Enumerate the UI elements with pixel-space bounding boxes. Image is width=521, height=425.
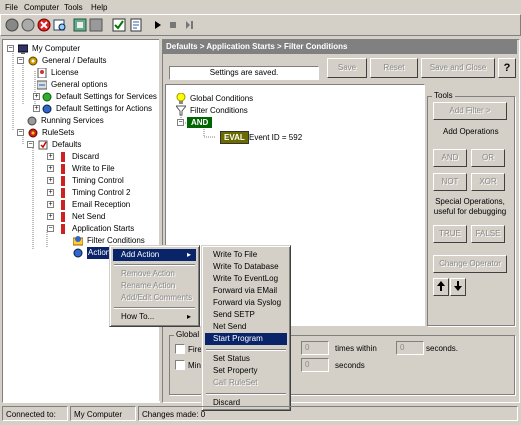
submenu-forward-via-syslog[interactable]: Forward via Syslog: [205, 297, 287, 309]
menu-tools[interactable]: Tools: [64, 3, 83, 12]
rule-icon: [58, 164, 68, 174]
play-icon[interactable]: [150, 17, 166, 33]
seconds-label-2: seconds: [335, 361, 365, 370]
submenu-write-to-eventlog[interactable]: Write To EventLog: [205, 273, 287, 285]
refresh-icon[interactable]: [20, 17, 36, 33]
filter-icon: [72, 236, 84, 246]
computer-icon: [17, 44, 29, 54]
script-icon[interactable]: [128, 17, 144, 33]
options-icon: [36, 80, 48, 90]
export-icon[interactable]: [72, 17, 88, 33]
min-label: Min: [188, 361, 201, 370]
move-up-button[interactable]: [433, 278, 449, 296]
submenu-write-to-file[interactable]: Write To File: [205, 249, 287, 261]
changes-made: Changes made: 0: [138, 406, 518, 421]
menu-how-to[interactable]: How To... ▸: [113, 311, 196, 323]
xor-button[interactable]: XOR: [471, 173, 505, 191]
submenu-write-to-database[interactable]: Write To Database: [205, 261, 287, 273]
actions-icon: [42, 104, 52, 114]
submenu-net-send[interactable]: Net Send: [205, 321, 287, 333]
fire-count-field[interactable]: 0: [301, 341, 329, 355]
and-button[interactable]: AND: [433, 149, 467, 167]
tools-title: Tools: [432, 91, 455, 100]
submenu-call-ruleset[interactable]: Call RuleSet: [205, 377, 287, 389]
submenu-arrow-icon: ▸: [186, 312, 191, 321]
tree-view[interactable]: − My Computer − General / Defaults Licen…: [2, 39, 160, 403]
rule-icon: [58, 176, 68, 186]
find-icon[interactable]: [52, 17, 68, 33]
reset-button[interactable]: Reset: [370, 58, 418, 78]
rule-icon: [58, 200, 68, 210]
true-button[interactable]: TRUE: [433, 225, 467, 243]
running-services-icon: [27, 116, 37, 126]
or-button[interactable]: OR: [471, 149, 505, 167]
menu-file[interactable]: File: [5, 3, 18, 12]
times-within-label: times within: [335, 344, 377, 353]
and-operator-node[interactable]: AND: [187, 117, 213, 128]
special-ops-label: Special Operations, useful for debugging: [433, 197, 507, 216]
menu-help[interactable]: Help: [91, 3, 107, 12]
connected-computer: My Computer: [70, 406, 136, 421]
fire-label: Fire: [188, 345, 202, 354]
license-icon: [37, 67, 47, 79]
menu-computer[interactable]: Computer: [24, 3, 59, 12]
panel-header: Defaults > Application Starts > Filter C…: [163, 40, 517, 54]
fire-seconds-field[interactable]: 0: [396, 341, 424, 355]
not-button[interactable]: NOT: [433, 173, 467, 191]
submenu-set-status[interactable]: Set Status: [205, 353, 287, 365]
seconds-label-1: seconds.: [426, 344, 459, 353]
menubar: File Computer Tools Help: [0, 0, 521, 14]
save-and-close-button[interactable]: Save and Close: [421, 58, 495, 78]
rulesets-icon: [28, 128, 38, 138]
status-message: Settings are saved.: [169, 66, 319, 80]
arrow-down-icon: [454, 281, 462, 293]
eval-expression[interactable]: Event ID = 592: [249, 133, 302, 142]
add-filter-button[interactable]: Add Filter >: [433, 102, 507, 120]
rule-icon: [58, 212, 68, 222]
statusbar: Connected to: My Computer Changes made: …: [0, 406, 521, 423]
rule-icon: [58, 224, 68, 234]
submenu-send-setp[interactable]: Send SETP: [205, 309, 287, 321]
submenu-arrow-icon: ▸: [186, 250, 191, 259]
add-operations-label: Add Operations: [443, 127, 499, 136]
step-icon[interactable]: [181, 17, 197, 33]
connect-icon[interactable]: [4, 17, 20, 33]
gear-icon: [28, 56, 38, 66]
move-down-button[interactable]: [450, 278, 466, 296]
rule-icon: [58, 188, 68, 198]
stop-icon[interactable]: [165, 17, 181, 33]
change-operator-button[interactable]: Change Operator: [433, 255, 507, 273]
breadcrumb: Defaults > Application Starts > Filter C…: [166, 42, 348, 51]
help-button[interactable]: ?: [498, 58, 516, 78]
save-button[interactable]: Save: [327, 58, 367, 78]
connected-label: Connected to:: [2, 406, 68, 421]
false-button[interactable]: FALSE: [471, 225, 505, 243]
ruleset-icon: [38, 140, 48, 150]
rule-icon: [58, 152, 68, 162]
submenu-start-program[interactable]: Start Program: [205, 333, 287, 345]
menu-remove-action[interactable]: Remove Action: [113, 268, 196, 280]
min-seconds-field[interactable]: 0: [301, 358, 329, 372]
check-icon[interactable]: [111, 17, 127, 33]
actions-icon: [73, 248, 83, 258]
submenu-set-property[interactable]: Set Property: [205, 365, 287, 377]
submenu-forward-via-email[interactable]: Forward via EMail: [205, 285, 287, 297]
services-icon: [42, 92, 52, 102]
arrow-up-icon: [437, 281, 445, 293]
min-checkbox[interactable]: [175, 360, 185, 370]
menu-rename-action[interactable]: Rename Action: [113, 280, 196, 292]
menu-add-edit-comments[interactable]: Add/Edit Comments: [113, 292, 196, 304]
add-action-submenu: Write To File Write To Database Write To…: [201, 245, 291, 411]
menu-add-action[interactable]: Add Action ▸: [113, 249, 196, 261]
context-menu: Add Action ▸ Remove Action Rename Action…: [109, 245, 200, 327]
delete-icon[interactable]: [36, 17, 52, 33]
toolbar: [0, 14, 521, 36]
eval-node[interactable]: EVAL: [220, 131, 249, 144]
fire-checkbox[interactable]: [175, 344, 185, 354]
grid-icon[interactable]: [88, 17, 104, 33]
